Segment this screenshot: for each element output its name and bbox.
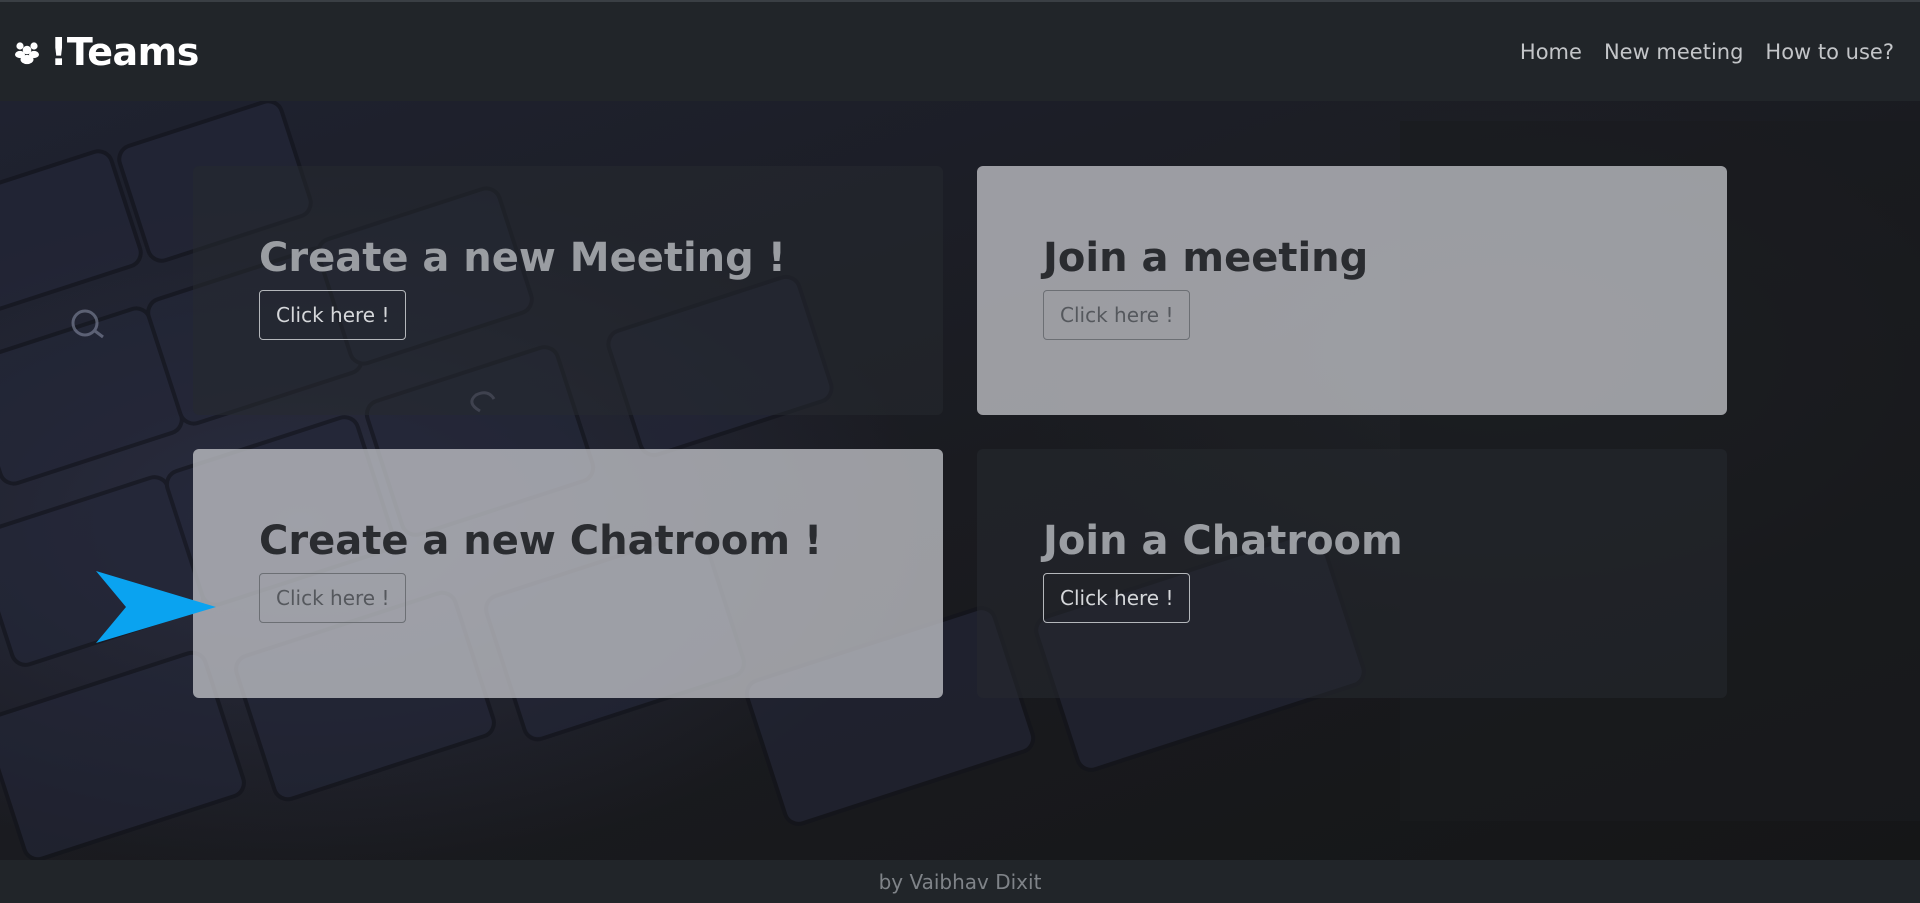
join-meeting-title: Join a meeting <box>1043 235 1369 281</box>
join-chatroom-title: Join a Chatroom <box>1043 518 1403 564</box>
brand-title: !Teams <box>50 29 199 74</box>
footer: by Vaibhav Dixit <box>0 860 1920 903</box>
create-chatroom-card: Create a new Chatroom ! Click here ! <box>193 449 943 698</box>
footer-credit: by Vaibhav Dixit <box>878 869 1042 894</box>
create-meeting-card: Create a new Meeting ! Click here ! <box>193 166 943 415</box>
arrow-pointer-icon <box>96 571 216 643</box>
create-chatroom-button[interactable]: Click here ! <box>259 573 407 623</box>
create-meeting-title: Create a new Meeting ! <box>259 235 786 281</box>
nav-home[interactable]: Home <box>1520 40 1582 64</box>
nav-how-to-use[interactable]: How to use? <box>1765 40 1894 64</box>
hero-background: Create a new Meeting ! Click here ! Join… <box>0 101 1920 860</box>
create-meeting-button[interactable]: Click here ! <box>259 290 407 340</box>
join-meeting-button[interactable]: Click here ! <box>1043 290 1191 340</box>
join-chatroom-button[interactable]: Click here ! <box>1043 573 1191 623</box>
navbar: !Teams Home New meeting How to use? <box>0 0 1920 101</box>
join-chatroom-card: Join a Chatroom Click here ! <box>977 449 1727 698</box>
create-chatroom-title: Create a new Chatroom ! <box>259 518 823 564</box>
nav-links: Home New meeting How to use? <box>1520 40 1906 64</box>
nav-new-meeting[interactable]: New meeting <box>1604 40 1743 64</box>
brand[interactable]: !Teams <box>14 30 199 74</box>
join-meeting-card: Join a meeting Click here ! <box>977 166 1727 415</box>
users-icon <box>14 39 40 65</box>
